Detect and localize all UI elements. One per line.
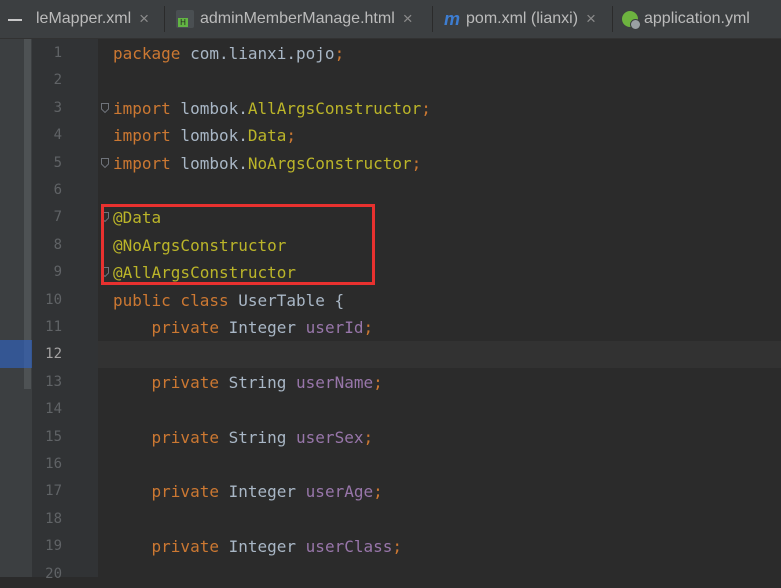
- tab-divider: [164, 6, 165, 32]
- code-token: Data: [247, 126, 287, 146]
- tab-label: adminMemberManage.html: [200, 10, 395, 27]
- code-line[interactable]: package com.lianxi.pojo;: [113, 40, 344, 67]
- code-token: ;: [334, 44, 345, 63]
- fold-icon[interactable]: [101, 102, 109, 113]
- code-token: userAge: [305, 482, 374, 502]
- code-token: userSex: [296, 427, 364, 447]
- editor-tab-bar: leMapper.xml × H adminMemberManage.html …: [0, 0, 781, 39]
- close-icon[interactable]: ×: [139, 9, 149, 29]
- line-number: 18: [45, 510, 62, 527]
- code-token: String: [218, 372, 297, 392]
- caret-line-highlight: [98, 341, 781, 369]
- code-token: ;: [286, 126, 297, 146]
- code-line[interactable]: import lombok.AllArgsConstructor;: [113, 95, 431, 122]
- code-line[interactable]: private String userSex;: [113, 424, 374, 451]
- line-number: 16: [45, 456, 62, 472]
- code-token: String: [218, 427, 297, 447]
- code-token: AllArgsConstructor: [247, 98, 422, 118]
- code-token: import: [113, 153, 171, 173]
- line-number: 20: [45, 565, 62, 582]
- code-line[interactable]: private String userName;: [113, 369, 383, 396]
- code-token: ;: [392, 537, 403, 557]
- code-token: private: [113, 482, 219, 502]
- fold-icon[interactable]: [101, 157, 109, 168]
- line-number: 10: [45, 291, 62, 308]
- line-number: 12: [45, 346, 62, 363]
- code-token: import: [113, 98, 171, 118]
- code-token: ;: [373, 482, 383, 502]
- code-token: ;: [363, 427, 374, 447]
- line-number: 3: [53, 99, 62, 116]
- tab-label: leMapper.xml: [36, 10, 132, 27]
- code-token: package: [113, 44, 181, 63]
- tab-pom-xml[interactable]: m pom.xml (lianxi) ×: [444, 0, 596, 38]
- line-number: 8: [53, 236, 62, 253]
- html-file-icon: H: [176, 10, 194, 28]
- highlight-annotation-box: [101, 204, 375, 285]
- code-token: private: [113, 372, 219, 392]
- code-token: com.lianxi.pojo: [180, 44, 335, 63]
- tab-application-yml[interactable]: application.yml: [622, 0, 750, 38]
- selection-marker: [0, 340, 32, 368]
- line-number: 1: [53, 45, 62, 61]
- project-panel-edge[interactable]: [24, 39, 31, 389]
- code-token: lombok.: [170, 98, 248, 118]
- close-icon[interactable]: ×: [586, 9, 596, 29]
- line-number: 6: [53, 182, 62, 198]
- line-number: 9: [53, 264, 62, 281]
- code-token: lombok.: [170, 153, 248, 173]
- code-token: Integer: [218, 318, 306, 337]
- tab-label: application.yml: [644, 10, 750, 27]
- line-number: 15: [45, 428, 62, 445]
- code-line[interactable]: import lombok.Data;: [113, 122, 296, 149]
- tab-mapper-xml[interactable]: leMapper.xml ×: [36, 0, 149, 38]
- tab-divider: [612, 6, 613, 32]
- code-token: Integer: [218, 482, 306, 502]
- code-token: ;: [373, 372, 383, 392]
- code-token: Integer: [218, 537, 306, 557]
- code-line[interactable]: public class UserTable {: [113, 287, 344, 314]
- code-line[interactable]: private Integer userClass;: [113, 533, 402, 560]
- code-token: userClass: [305, 537, 393, 557]
- code-token: private: [113, 537, 219, 557]
- code-token: public class: [113, 290, 229, 310]
- code-token: private: [113, 427, 219, 447]
- maven-icon: m: [444, 9, 461, 29]
- tab-label: pom.xml (lianxi): [466, 10, 579, 27]
- code-token: import: [113, 126, 171, 146]
- tab-admin-member-manage-html[interactable]: H adminMemberManage.html ×: [176, 0, 413, 38]
- code-token: lombok.: [170, 126, 248, 146]
- line-number: 2: [53, 72, 62, 89]
- line-number: 5: [53, 154, 62, 171]
- line-number: 11: [45, 319, 62, 335]
- spring-config-icon: [622, 11, 641, 30]
- code-token: private: [113, 318, 219, 337]
- code-token: ;: [421, 98, 431, 118]
- code-token: ;: [363, 318, 374, 337]
- line-number: 4: [53, 127, 62, 144]
- line-number: 17: [45, 483, 62, 500]
- line-number: 14: [45, 401, 62, 418]
- code-token: NoArgsConstructor: [247, 153, 412, 173]
- code-line[interactable]: private Integer userAge;: [113, 478, 383, 505]
- code-line[interactable]: import lombok.NoArgsConstructor;: [113, 150, 421, 177]
- code-token: userId: [305, 318, 364, 337]
- collapse-icon[interactable]: [0, 0, 32, 38]
- code-token: userName: [296, 372, 374, 392]
- line-number: 19: [45, 538, 62, 555]
- code-line[interactable]: private Integer userId;: [113, 314, 374, 341]
- tool-window-strip: [0, 39, 32, 577]
- line-number: 7: [53, 209, 62, 226]
- line-number: 13: [45, 373, 62, 390]
- close-icon[interactable]: ×: [403, 9, 413, 29]
- tab-divider: [432, 6, 433, 32]
- code-token: UserTable {: [228, 290, 345, 310]
- code-token: ;: [411, 153, 422, 173]
